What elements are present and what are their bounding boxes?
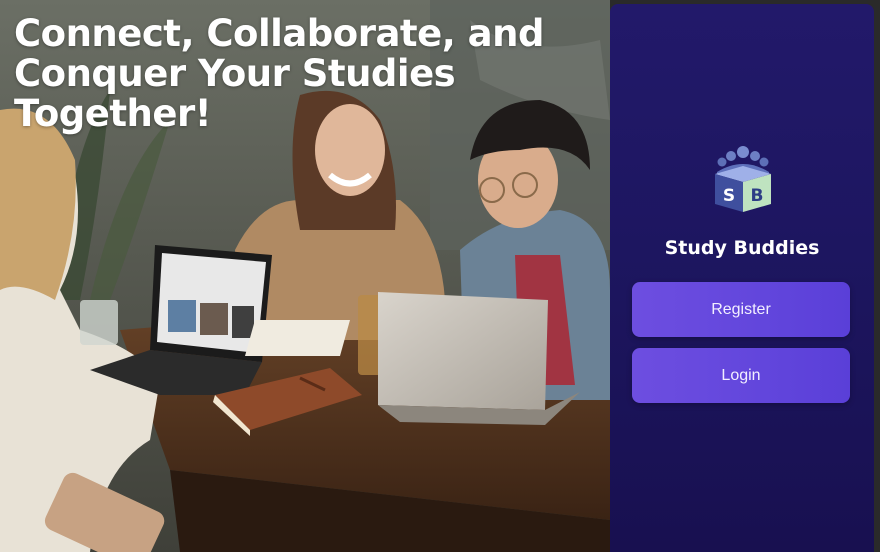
hero-headline: Connect, Collaborate, and Conquer Your S… (14, 14, 574, 134)
logo-letter-b: B (751, 186, 764, 206)
login-button[interactable]: Login (632, 348, 850, 403)
headline-line-1: Connect, Collaborate, and (14, 12, 544, 55)
brand-name: Study Buddies (664, 237, 820, 259)
register-button[interactable]: Register (632, 282, 850, 337)
auth-panel: S B Study Buddies Register Login (610, 4, 874, 552)
hero-photo: Connect, Collaborate, and Conquer Your S… (0, 0, 610, 552)
headline-line-2: Conquer Your Studies (14, 52, 456, 95)
logo-letter-s: S (723, 186, 735, 206)
headline-line-3: Together! (14, 92, 212, 135)
study-buddies-logo-icon: S B (715, 146, 771, 212)
